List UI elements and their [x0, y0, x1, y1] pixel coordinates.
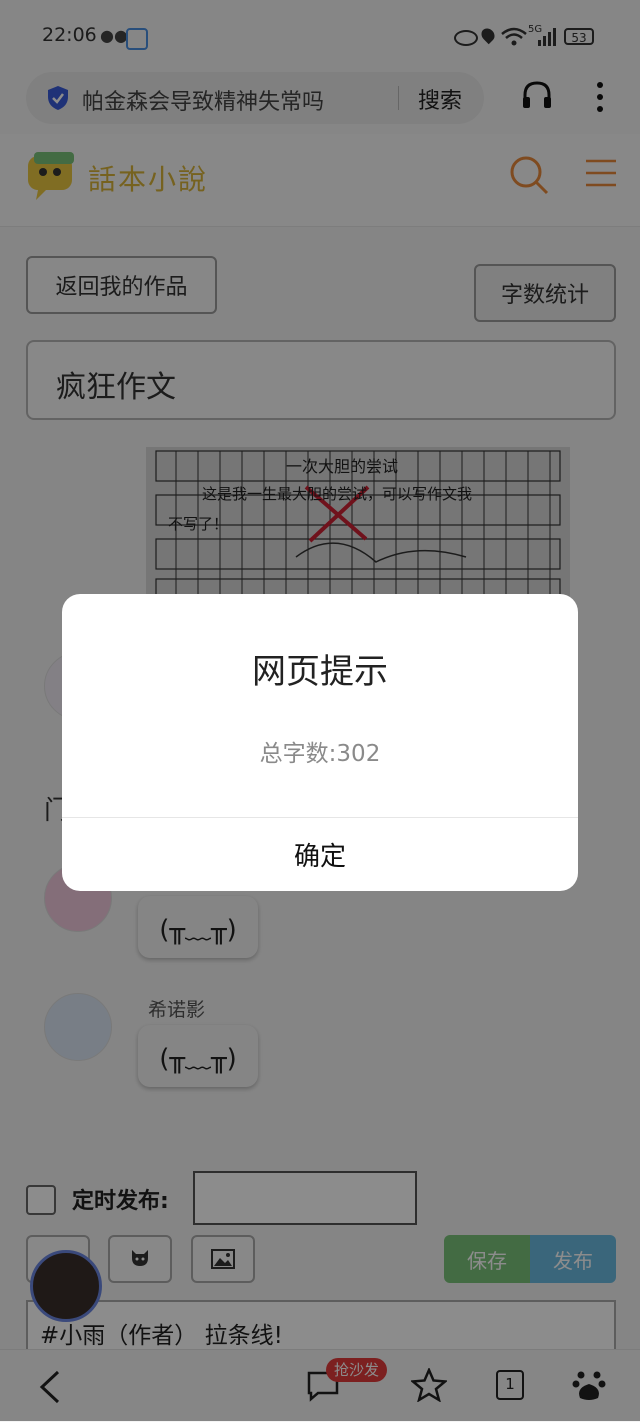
dialog-ok-button[interactable]: 确定 [62, 818, 578, 891]
dialog-title: 网页提示 [252, 652, 388, 692]
dialog-message: 总字数:302 [259, 741, 381, 767]
alert-dialog: 网页提示 总字数:302 确定 [62, 594, 578, 891]
